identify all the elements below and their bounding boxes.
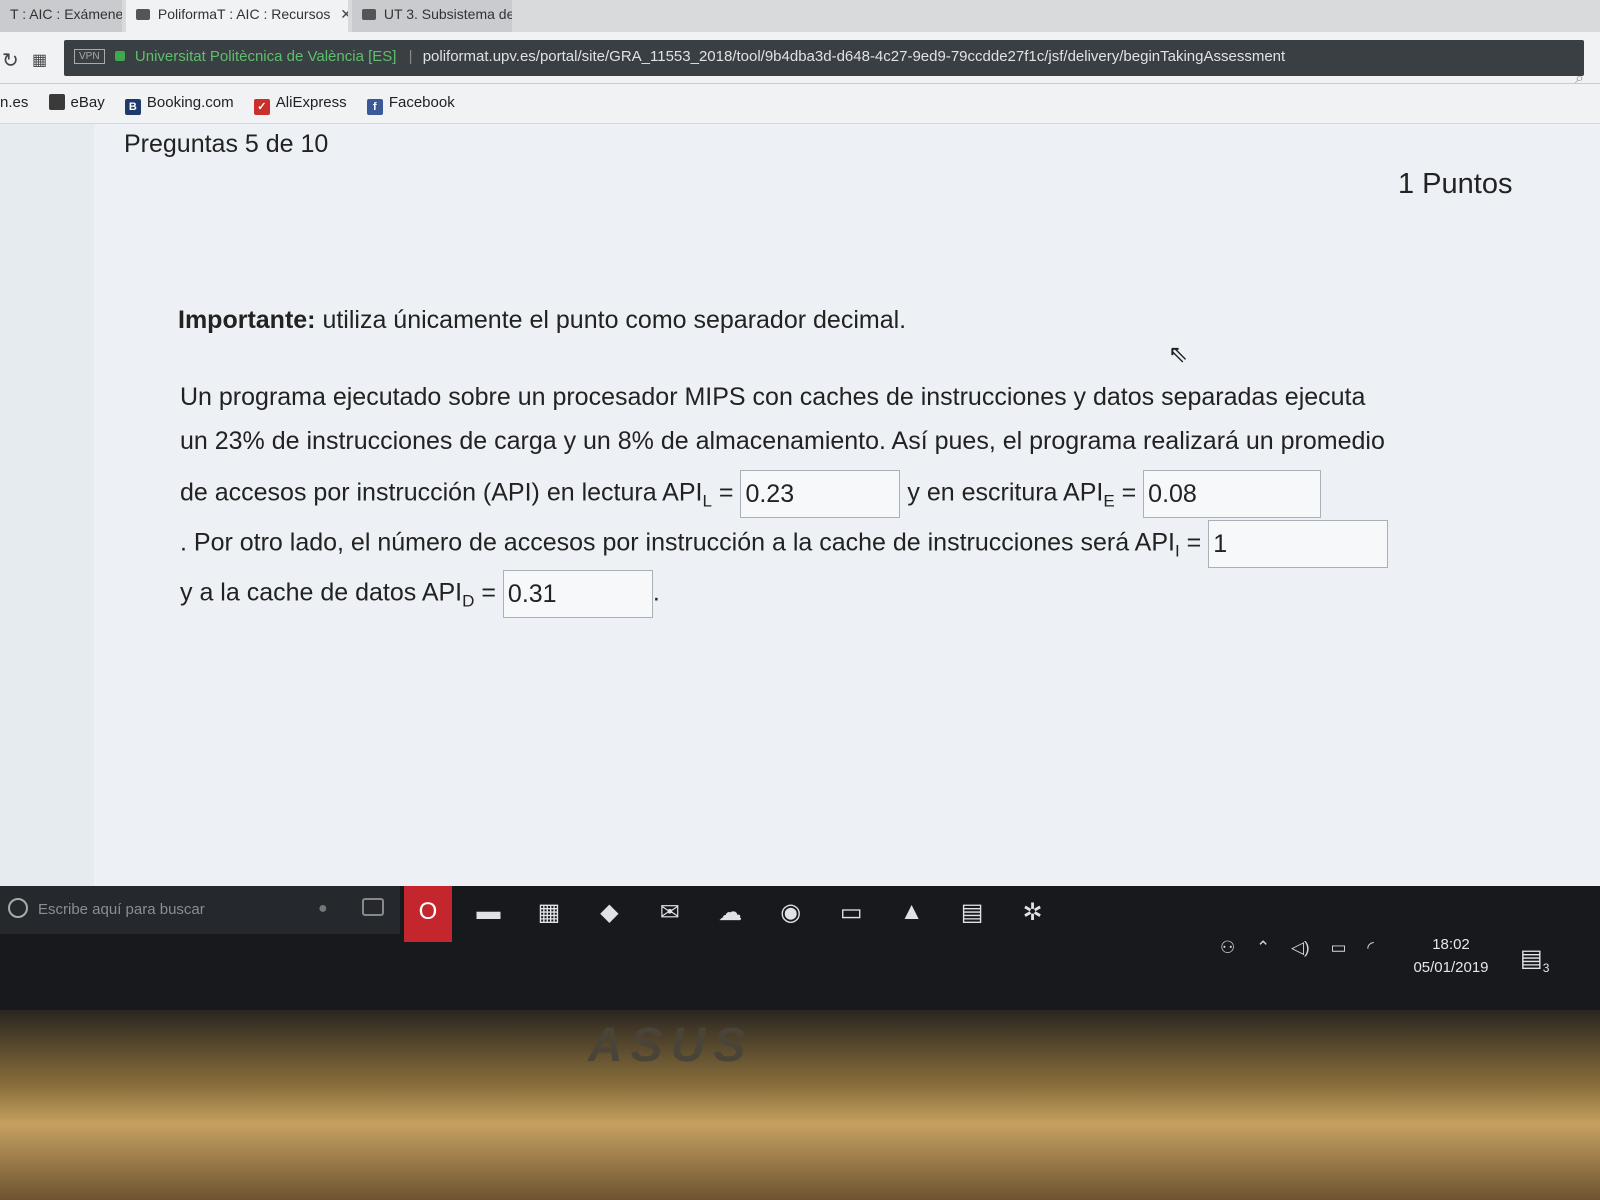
close-icon[interactable]: ✕	[340, 6, 348, 22]
subscript: E	[1103, 491, 1115, 511]
cloud-icon[interactable]: ☁	[706, 886, 754, 942]
pinned-apps: O ▬ ▦ ◆ ✉ ☁ ◉ ▭ ▲ ▤ ✲	[404, 886, 1065, 962]
poliformat-icon	[136, 9, 150, 20]
lock-icon[interactable]	[114, 51, 125, 61]
calculator-icon[interactable]: ▦	[525, 886, 573, 942]
subscript: D	[462, 591, 475, 611]
clock-time: 18:02	[1432, 936, 1470, 953]
taskbar-clock[interactable]: 18:02 05/01/2019	[1396, 936, 1506, 976]
bookmark-label: Facebook	[388, 94, 455, 111]
facebook-icon: f	[366, 99, 383, 115]
important-text: utiliza únicamente el punto como separad…	[315, 306, 907, 334]
api-data-cache-input[interactable]: 0.31	[502, 570, 653, 618]
api-write-input[interactable]: 0.08	[1143, 470, 1322, 518]
bookmark-facebook[interactable]: f Facebook	[366, 94, 455, 115]
bookmark-nes[interactable]: n.es	[0, 94, 28, 111]
aliexpress-icon: ✓	[253, 99, 270, 115]
line-text: y a la cache de datos API	[180, 578, 463, 607]
chart-app-icon[interactable]: ▤	[948, 886, 996, 942]
volume-icon[interactable]: ◁)	[1291, 938, 1310, 957]
url-separator: |	[408, 48, 413, 65]
taskbar-search[interactable]: Escribe aquí para buscar	[0, 886, 400, 934]
line-end: .	[652, 578, 660, 607]
laptop-brand-logo: ASUS	[588, 1019, 754, 1072]
question-line-1: Un programa ejecutado sobre un procesado…	[180, 383, 1366, 411]
tab-ut3-subsistema[interactable]: UT 3. Subsistema de mem	[352, 0, 512, 32]
poliformat-icon	[362, 9, 376, 20]
gear-icon[interactable]: ✲	[1009, 886, 1057, 942]
people-icon[interactable]: ◆	[585, 886, 633, 942]
notification-count: 3	[1542, 960, 1550, 975]
question-line-3: de accesos por instrucción (API) en lect…	[180, 470, 1322, 518]
bookmark-label: eBay	[70, 94, 105, 111]
search-placeholder: Escribe aquí para buscar	[38, 901, 205, 918]
acrobat-icon[interactable]: ▲	[888, 886, 936, 942]
line-text: y en escritura API	[900, 478, 1104, 507]
tab-label: T : AIC : Exámene	[10, 6, 122, 22]
security-icon[interactable]: ◉	[767, 886, 815, 942]
battery-icon[interactable]: ▭	[1330, 938, 1346, 957]
mouse-pointer-icon: ⇖	[1168, 341, 1189, 368]
equals: =	[711, 478, 741, 507]
file-explorer-icon[interactable]: ▬	[464, 886, 512, 942]
bookmark-label: n.es	[0, 94, 29, 111]
url-field[interactable]: VPN Universitat Politècnica de València …	[64, 40, 1584, 76]
microphone-icon[interactable]: ●	[318, 900, 328, 918]
chevron-up-icon[interactable]: ⌃	[1256, 938, 1270, 957]
clock-date: 05/01/2019	[1413, 959, 1489, 976]
opera-icon[interactable]: O	[404, 886, 452, 942]
bookmark-label: Booking.com	[146, 94, 234, 111]
task-view-icon[interactable]	[362, 898, 384, 916]
vpn-badge[interactable]: VPN	[74, 49, 105, 64]
tab-poliformat-recursos[interactable]: PoliformaT : AIC : Recursos ✕	[126, 0, 348, 32]
address-bar: ↻ ▦ VPN Universitat Politècnica de Valèn…	[0, 32, 1600, 87]
tab-strip: T : AIC : Exámene ✕ PoliformaT : AIC : R…	[0, 0, 1600, 32]
bag-icon	[48, 94, 65, 110]
equals: =	[1114, 478, 1144, 507]
booking-icon: B	[124, 99, 141, 115]
instruction-note: Importante: utiliza únicamente el punto …	[178, 306, 906, 335]
notification-center-icon[interactable]: ▤3	[1520, 944, 1549, 975]
question-line-5: y a la cache de datos APID = 0.31.	[180, 570, 660, 618]
question-points: 1 Puntos	[1398, 168, 1513, 200]
api-read-input[interactable]: 0.23	[740, 470, 901, 518]
subscript: L	[702, 491, 712, 511]
windows-taskbar: Escribe aquí para buscar ● O ▬ ▦ ◆ ✉ ☁ ◉…	[0, 886, 1600, 1010]
bookmarks-bar: n.es eBay B Booking.com ✓ AliExpress f Face…	[0, 84, 1600, 124]
cortana-icon	[8, 898, 28, 918]
wifi-icon[interactable]: ◜	[1367, 938, 1374, 957]
question-line-2: un 23% de instrucciones de carga y un 8%…	[180, 427, 1385, 455]
tab-label: UT 3. Subsistema de mem	[383, 6, 512, 22]
question-line-4: . Por otro lado, el número de accesos po…	[180, 520, 1389, 568]
notes-icon[interactable]: ▭	[827, 886, 875, 942]
mail-icon[interactable]: ✉	[646, 886, 694, 942]
people-tray-icon[interactable]: ⚇	[1220, 938, 1235, 957]
laptop-bezel	[0, 1010, 1600, 1200]
tab-aic-examenes[interactable]: T : AIC : Exámene ✕	[0, 0, 122, 32]
line-text: . Por otro lado, el número de accesos po…	[180, 528, 1175, 557]
system-tray: ⚇ ⌃ ◁) ▭ ◜	[1220, 938, 1390, 978]
equals: =	[474, 578, 503, 607]
tab-label: PoliformaT : AIC : Recursos	[157, 6, 331, 22]
speed-dial-icon[interactable]: ▦	[32, 50, 47, 70]
bookmark-booking[interactable]: B Booking.com	[124, 94, 234, 115]
line-text: de accesos por instrucción (API) en lect…	[180, 478, 703, 507]
important-label: Importante:	[178, 306, 316, 334]
url-text[interactable]: poliformat.upv.es/portal/site/GRA_11553_…	[423, 48, 1286, 65]
bookmark-ebay[interactable]: eBay	[48, 94, 105, 111]
question-counter: Preguntas 5 de 10	[124, 130, 329, 158]
equals: =	[1179, 528, 1209, 557]
bookmark-aliexpress[interactable]: ✓ AliExpress	[253, 94, 347, 115]
api-instruction-cache-input[interactable]: 1	[1208, 520, 1389, 568]
site-identity[interactable]: Universitat Politècnica de València [ES]	[135, 48, 397, 65]
reload-icon[interactable]: ↻	[2, 48, 19, 73]
screen: T : AIC : Exámene ✕ PoliformaT : AIC : R…	[0, 0, 1600, 1010]
bookmark-label: AliExpress	[275, 94, 347, 111]
